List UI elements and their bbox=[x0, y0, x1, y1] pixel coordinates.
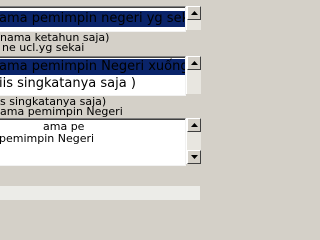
scroll-down-arrow-icon[interactable] bbox=[187, 150, 201, 164]
text-area-3[interactable]: ama pe pemimpin Negeri bbox=[0, 118, 186, 166]
trailing-text-2: ne ucl.yg sekai bbox=[2, 41, 85, 54]
scrollbar-1[interactable] bbox=[186, 6, 201, 30]
bottom-panel bbox=[0, 186, 200, 200]
text-area-2[interactable]: ama pemimpin Negeri xuống N iis singkata… bbox=[0, 56, 186, 96]
text-line-2b: iis singkatanya saja ) bbox=[0, 76, 136, 91]
text-line-3b: pemimpin Negeri bbox=[0, 132, 95, 145]
scrollbar-2[interactable] bbox=[186, 56, 201, 94]
scrollbar-3[interactable] bbox=[186, 118, 201, 164]
selected-text-line-1: ama pemimpin negeri yg seka bbox=[0, 11, 185, 27]
selected-text-line-2a: ama pemimpin Negeri xuống N bbox=[0, 59, 185, 75]
trailing-text-4: ama pemimpin Negeri bbox=[0, 105, 123, 118]
text-area-1[interactable]: ama pemimpin negeri yg seka bbox=[0, 6, 186, 32]
scroll-up-arrow-icon[interactable] bbox=[187, 56, 201, 70]
scroll-up-arrow-icon[interactable] bbox=[187, 118, 201, 132]
scroll-up-arrow-icon[interactable] bbox=[187, 6, 201, 20]
